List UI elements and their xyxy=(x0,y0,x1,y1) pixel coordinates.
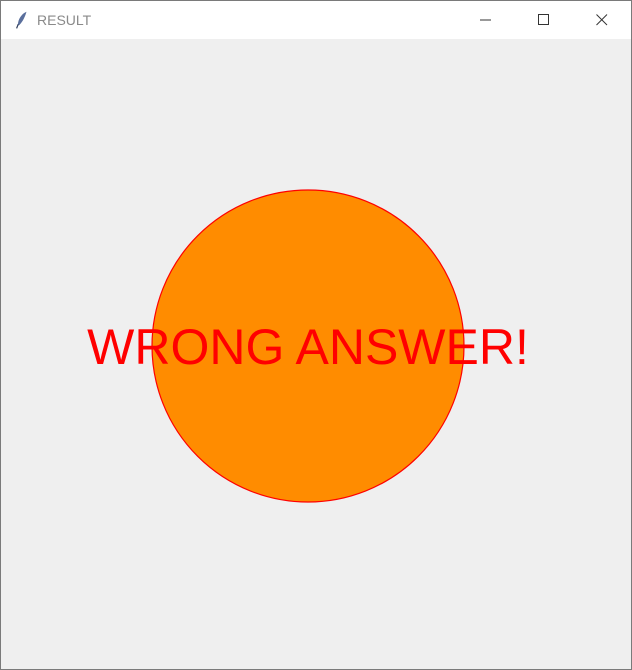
window-controls xyxy=(457,1,631,39)
maximize-icon xyxy=(538,14,549,25)
close-icon xyxy=(596,14,608,26)
minimize-button[interactable] xyxy=(457,1,515,39)
result-message: WRONG ANSWER! xyxy=(87,319,529,375)
minimize-icon xyxy=(480,19,491,21)
window-title: RESULT xyxy=(37,12,92,28)
close-button[interactable] xyxy=(573,1,631,39)
feather-icon xyxy=(14,11,30,29)
result-window: RESULT WRONG ANSWER! xyxy=(0,0,632,670)
result-canvas: WRONG ANSWER! xyxy=(1,39,631,669)
title-bar[interactable]: RESULT xyxy=(1,1,631,39)
maximize-button[interactable] xyxy=(515,1,573,39)
